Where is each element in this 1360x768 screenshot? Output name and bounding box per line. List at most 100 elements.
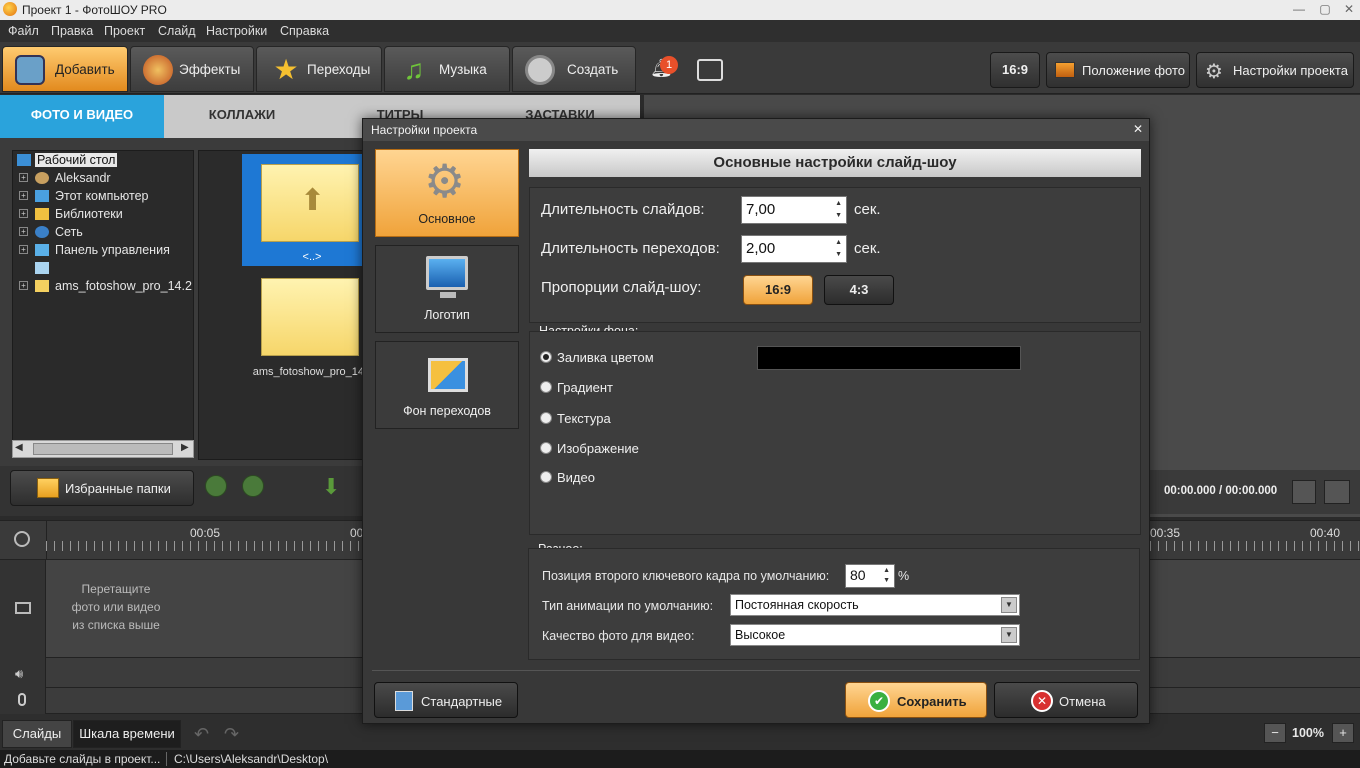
scroll-left-icon[interactable]: ◀ [15,442,23,453]
film-icon [15,602,31,614]
tree-expander[interactable]: + [19,281,28,290]
chevron-down-icon[interactable]: ▼ [1001,627,1017,643]
menu-slide[interactable]: Слайд [158,24,196,38]
close-window-button[interactable]: ✕ [1338,2,1360,16]
chevron-down-icon[interactable]: ▼ [1001,597,1017,613]
tree-item-ams-folder[interactable]: + ams_fotoshow_pro_14.2 [13,278,193,296]
slide-duration-unit: сек. [854,201,881,218]
player-controls: 00:00.000 / 00:00.000 [1150,470,1360,514]
file-label: ams_fotoshow_pro_14 [252,366,364,378]
radio-label: Изображение [557,441,639,456]
forward-arrow-icon[interactable] [242,475,264,497]
tree-item-control-panel[interactable]: + Панель управления [13,242,193,260]
undo-icon[interactable]: ↶ [194,724,209,745]
tree-item-this-pc[interactable]: + Этот компьютер [13,188,193,206]
tab-music[interactable]: ♫ Музыка [384,46,510,92]
tab-effects[interactable]: Эффекты [130,46,254,92]
settings-nav-logo[interactable]: Логотип [375,245,519,333]
tree-expander[interactable]: + [19,209,28,218]
tree-item-network[interactable]: + Сеть [13,224,193,242]
menu-settings[interactable]: Настройки [206,24,267,38]
up-arrow-icon: ⬆ [300,184,326,217]
tab-effects-label: Эффекты [179,62,241,77]
back-arrow-icon[interactable] [205,475,227,497]
tree-horizontal-scrollbar[interactable]: ◀ ▶ [12,440,194,458]
menu-bar: Файл Правка Проект Слайд Настройки Справ… [0,20,1360,42]
tree-item-libraries[interactable]: + Библиотеки [13,206,193,224]
keyframe-label: Позиция второго ключевого кадра по умолч… [542,569,830,583]
desktop-icon [17,154,31,166]
subtab-collages[interactable]: КОЛЛАЖИ [164,95,320,138]
photo-quality-select[interactable]: Высокое ▼ [730,624,1020,646]
defaults-button[interactable]: Стандартные [374,682,518,718]
image-gallery-icon[interactable] [697,59,723,81]
slide-duration-input[interactable]: 7,00 ▲ ▼ [741,196,847,224]
maximize-button[interactable]: ▢ [1314,2,1336,16]
minimize-button[interactable]: — [1288,2,1310,16]
photo-position-button[interactable]: Положение фото [1046,52,1190,88]
ratio-4-3-button[interactable]: 4:3 [824,275,894,305]
defaults-label: Стандартные [421,694,503,709]
menu-help[interactable]: Справка [280,24,329,38]
folder-up-icon: ⬆ [261,164,359,242]
tree-expander[interactable]: + [19,245,28,254]
spin-down-icon[interactable]: ▼ [835,251,842,258]
scroll-right-icon[interactable]: ▶ [181,442,189,453]
scrollbar-thumb[interactable] [33,443,173,455]
spin-down-icon[interactable]: ▼ [883,577,890,584]
project-settings-button[interactable]: ⚙ Настройки проекта [1196,52,1354,88]
tree-label: Этот компьютер [55,189,149,203]
tree-expander[interactable]: + [19,227,28,236]
animation-type-select[interactable]: Постоянная скорость ▼ [730,594,1020,616]
radio-label: Градиент [557,380,613,395]
tree-item-recycle-bin[interactable] [13,260,193,278]
radio-image[interactable] [540,442,552,454]
menu-project[interactable]: Проект [104,24,145,38]
settings-nav-main[interactable]: ⚙ Основное [375,149,519,237]
app-logo-icon [3,2,17,16]
tree-item-aleksandr[interactable]: + Aleksandr [13,170,193,188]
radio-video[interactable] [540,471,552,483]
proportions-label: Пропорции слайд-шоу: [541,279,702,296]
zoom-in-button[interactable]: + [1332,723,1354,743]
spin-up-icon[interactable]: ▲ [835,200,842,207]
dialog-close-button[interactable]: ✕ [1133,122,1143,136]
tree-item-desktop[interactable]: Рабочий стол [13,152,193,170]
transition-duration-input[interactable]: 2,00 ▲ ▼ [741,235,847,263]
ratio-16-9-button[interactable]: 16:9 [743,275,813,305]
add-down-arrow-icon[interactable]: ⬇ [322,474,340,500]
aspect-ratio-button[interactable]: 16:9 [990,52,1040,88]
favorites-button[interactable]: Избранные папки [10,470,194,506]
save-button[interactable]: ✔ Сохранить [845,682,987,718]
radio-fill-color[interactable] [540,351,552,363]
keyframe-value: 80 [850,567,866,583]
snapshot-icon[interactable] [1292,480,1316,504]
spin-up-icon[interactable]: ▲ [835,239,842,246]
tree-expander[interactable]: + [19,191,28,200]
gear-icon: ⚙ [1205,61,1223,83]
menu-edit[interactable]: Правка [51,24,93,38]
file-item-parent[interactable]: ⬆ <..> [242,154,382,266]
radio-texture[interactable] [540,412,552,424]
file-item-ams-folder[interactable]: ams_fotoshow_pro_14 [242,274,382,384]
keyframe-input[interactable]: 80 ▲ ▼ [845,564,895,588]
control-panel-icon [35,244,49,256]
tab-add[interactable]: Добавить [2,46,128,92]
tree-expander[interactable]: + [19,173,28,182]
radio-gradient[interactable] [540,381,552,393]
settings-nav-transition-bg[interactable]: Фон переходов [375,341,519,429]
spin-up-icon[interactable]: ▲ [883,567,890,574]
tab-create[interactable]: Создать [512,46,636,92]
background-color-swatch[interactable] [757,346,1021,370]
spin-down-icon[interactable]: ▼ [835,212,842,219]
drop-hint-line: Перетащите [81,582,151,596]
redo-icon[interactable]: ↷ [224,724,239,745]
tab-slides[interactable]: Слайды [2,720,72,748]
cancel-button[interactable]: ✕ Отмена [994,682,1138,718]
tab-transitions[interactable]: ★ Переходы [256,46,382,92]
subtab-photo-video[interactable]: ФОТО И ВИДЕО [0,95,164,138]
zoom-out-button[interactable]: − [1264,723,1286,743]
fullscreen-icon[interactable] [1324,480,1350,504]
menu-file[interactable]: Файл [8,24,39,38]
tab-timeline[interactable]: Шкала времени [73,720,181,748]
